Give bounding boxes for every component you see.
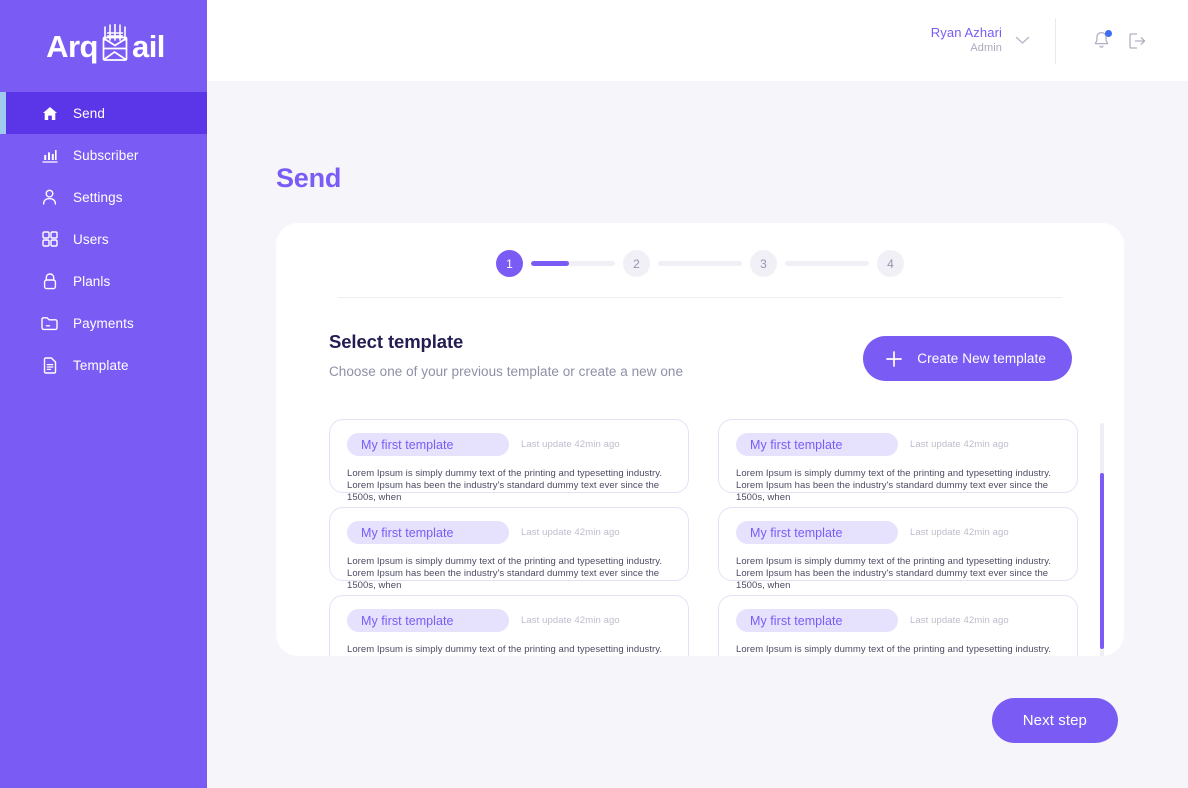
grid-icon [41, 231, 58, 248]
user-menu[interactable]: Ryan Azhari Admin [931, 25, 1030, 56]
step-connector-2 [658, 261, 742, 266]
scrollbar-thumb[interactable] [1100, 473, 1104, 649]
template-name-pill: My first template [736, 609, 898, 632]
sidebar-item-planls[interactable]: Planls [0, 260, 207, 302]
sidebar-item-settings[interactable]: Settings [0, 176, 207, 218]
create-new-template-label: Create New template [917, 351, 1046, 366]
template-name-pill: My first template [736, 521, 898, 544]
template-card-header: My first template Last update 42min ago [347, 609, 671, 632]
template-list-scrollbar[interactable] [1100, 423, 1104, 656]
template-body: Lorem Ipsum is simply dummy text of the … [347, 644, 663, 656]
logout-button[interactable] [1122, 26, 1152, 56]
sidebar: Arq ail Send Subscriber Settings Users P… [0, 0, 207, 788]
step-connector-1-fill [531, 261, 569, 266]
template-card-header: My first template Last update 42min ago [736, 521, 1060, 544]
sidebar-item-label: Template [73, 357, 129, 373]
sidebar-nav: Send Subscriber Settings Users Planls Pa… [0, 92, 207, 386]
step-2[interactable]: 2 [623, 250, 650, 277]
template-body: Lorem Ipsum is simply dummy text of the … [736, 468, 1052, 503]
template-meta: Last update 42min ago [521, 439, 620, 450]
plus-icon [885, 350, 903, 368]
bar-chart-icon [41, 147, 58, 164]
logo-text-first: Arq [46, 28, 98, 64]
step-3[interactable]: 3 [750, 250, 777, 277]
logo-text-last: ail [131, 28, 165, 64]
step-1[interactable]: 1 [496, 250, 523, 277]
sidebar-item-label: Planls [73, 273, 111, 289]
sidebar-item-template[interactable]: Template [0, 344, 207, 386]
template-meta: Last update 42min ago [521, 615, 620, 626]
template-name-pill: My first template [347, 609, 509, 632]
select-template-header: Select template Choose one of your previ… [276, 298, 1124, 381]
notification-dot [1105, 29, 1112, 37]
app-root: Arq ail Send Subscriber Settings Users P… [0, 0, 1188, 788]
envelope-icon [98, 23, 132, 62]
template-card[interactable]: My first template Last update 42min ago … [329, 595, 689, 656]
template-card[interactable]: My first template Last update 42min ago … [329, 507, 689, 591]
template-meta: Last update 42min ago [910, 615, 1009, 626]
template-grid: My first template Last update 42min ago … [329, 419, 1078, 656]
notifications-button[interactable] [1086, 26, 1116, 56]
content-area: Send 1 2 3 4 Select template Choose one … [207, 81, 1188, 788]
template-card[interactable]: My first template Last update 42min ago … [718, 507, 1078, 591]
sidebar-item-label: Send [73, 105, 105, 121]
app-logo[interactable]: Arq ail [0, 3, 207, 89]
template-body: Lorem Ipsum is simply dummy text of the … [736, 556, 1052, 591]
template-meta: Last update 42min ago [910, 439, 1009, 450]
template-card[interactable]: My first template Last update 42min ago … [329, 419, 689, 503]
person-icon [41, 189, 58, 206]
wizard-footer: Next step [276, 656, 1124, 784]
sidebar-item-label: Settings [73, 189, 123, 205]
document-icon [41, 356, 58, 374]
template-body: Lorem Ipsum is simply dummy text of the … [736, 644, 1052, 656]
user-role: Admin [970, 42, 1002, 55]
sidebar-item-subscriber[interactable]: Subscriber [0, 134, 207, 176]
template-name-pill: My first template [347, 521, 509, 544]
sidebar-item-send[interactable]: Send [0, 92, 207, 134]
send-wizard-panel: 1 2 3 4 Select template Choose one of yo… [276, 223, 1124, 656]
template-name-pill: My first template [347, 433, 509, 456]
sidebar-item-payments[interactable]: Payments [0, 302, 207, 344]
template-meta: Last update 42min ago [910, 527, 1009, 538]
template-meta: Last update 42min ago [521, 527, 620, 538]
wizard-stepper: 1 2 3 4 [276, 223, 1124, 277]
step-connector-1 [531, 261, 615, 266]
section-title: Select template [329, 331, 464, 352]
step-4[interactable]: 4 [877, 250, 904, 277]
top-bar: Ryan Azhari Admin [207, 0, 1188, 81]
user-info: Ryan Azhari Admin [931, 25, 1002, 56]
template-card[interactable]: My first template Last update 42min ago … [718, 595, 1078, 656]
template-card-header: My first template Last update 42min ago [347, 521, 671, 544]
template-card-header: My first template Last update 42min ago [736, 433, 1060, 456]
main-area: Ryan Azhari Admin Send 1 2 3 4 Select te… [207, 0, 1188, 788]
lock-icon [41, 272, 58, 290]
user-name: Ryan Azhari [930, 25, 1002, 40]
next-step-button[interactable]: Next step [991, 697, 1118, 743]
create-new-template-button[interactable]: Create New template [863, 336, 1072, 381]
topbar-divider [1055, 17, 1056, 64]
select-template-text: Select template Choose one of your previ… [329, 331, 683, 379]
step-connector-3 [785, 261, 869, 266]
home-icon [41, 105, 58, 122]
folder-icon [41, 315, 58, 332]
chevron-down-icon[interactable] [1015, 36, 1030, 45]
template-name-pill: My first template [736, 433, 898, 456]
template-body: Lorem Ipsum is simply dummy text of the … [347, 556, 663, 591]
page-title: Send [276, 163, 342, 193]
template-card-header: My first template Last update 42min ago [347, 433, 671, 456]
section-subtitle: Choose one of your previous template or … [329, 364, 684, 379]
template-card[interactable]: My first template Last update 42min ago … [718, 419, 1078, 503]
template-card-header: My first template Last update 42min ago [736, 609, 1060, 632]
sidebar-item-users[interactable]: Users [0, 218, 207, 260]
template-list-scroll[interactable]: My first template Last update 42min ago … [276, 419, 1124, 656]
sidebar-item-label: Subscriber [73, 147, 139, 163]
logout-icon [1128, 32, 1145, 49]
sidebar-item-label: Payments [73, 315, 134, 331]
template-body: Lorem Ipsum is simply dummy text of the … [347, 468, 663, 503]
sidebar-item-label: Users [73, 231, 109, 247]
